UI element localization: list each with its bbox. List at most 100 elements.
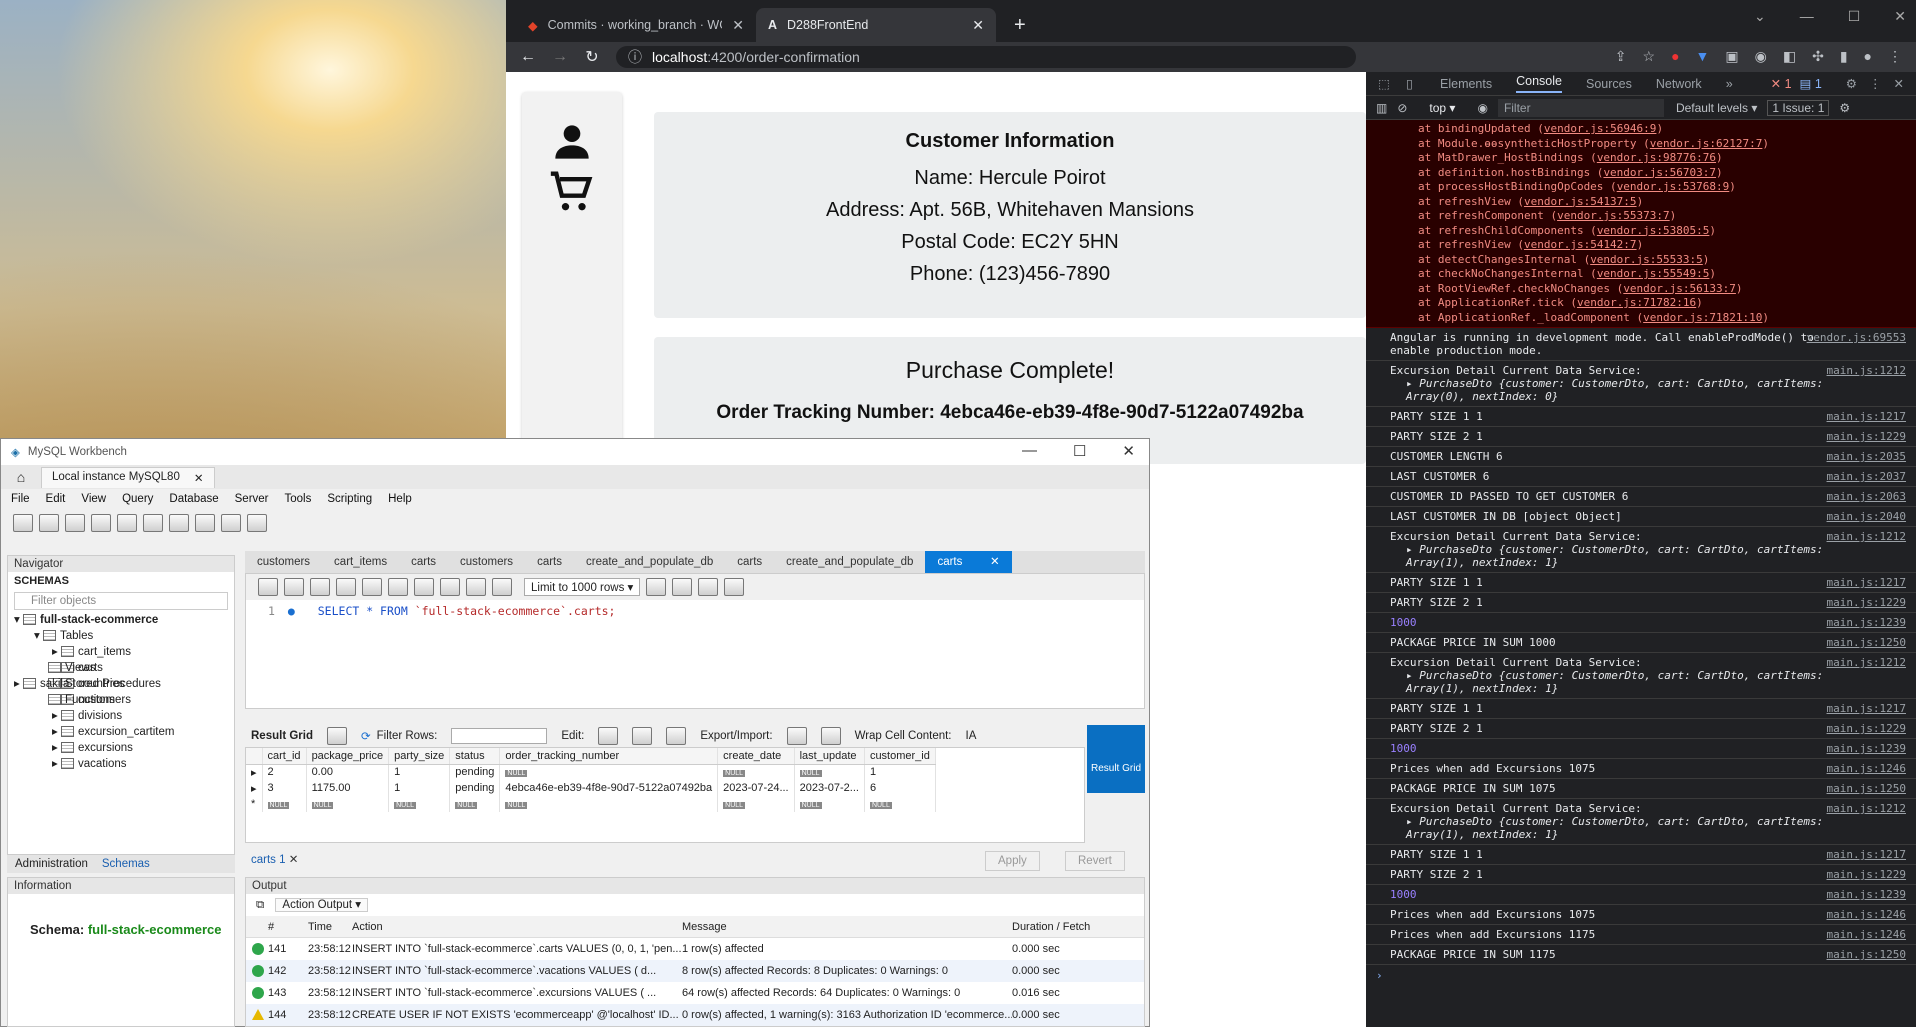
source-link[interactable]: main.js:1246	[1827, 908, 1906, 921]
tab-network[interactable]: Network	[1656, 77, 1702, 91]
menu-icon[interactable]: ⋮	[1888, 48, 1902, 65]
export-icon[interactable]	[786, 727, 807, 745]
puzzle-icon[interactable]: ✣	[1812, 48, 1824, 65]
grid-cell[interactable]: NULL	[717, 796, 795, 812]
grid-cell[interactable]: NULL	[717, 764, 795, 780]
tab-gitlab[interactable]: ◆ Commits · working_branch · WGU ✕	[516, 8, 756, 42]
grid-cell[interactable]: 3	[262, 780, 307, 796]
maximize-icon[interactable]: ☐	[1073, 442, 1086, 460]
close-window-icon[interactable]: ✕	[1894, 8, 1906, 25]
create-function-icon[interactable]	[195, 514, 215, 532]
extension-icon[interactable]: ◧	[1783, 48, 1796, 65]
side-panel-icon[interactable]: ▮	[1840, 48, 1848, 65]
expand-icon[interactable]: ▾	[14, 614, 20, 626]
beautify-icon[interactable]	[646, 578, 667, 596]
grid-cell[interactable]: 4ebca46e-eb39-4f8e-90d7-5122a07492ba	[499, 780, 719, 796]
site-info-icon[interactable]: ⓘ	[628, 47, 642, 67]
kebab-icon[interactable]: ⋮	[1869, 76, 1882, 91]
console-prompt[interactable]: ›	[1366, 965, 1916, 986]
source-link[interactable]: main.js:1217	[1827, 576, 1906, 589]
source-link[interactable]: main.js:1250	[1827, 782, 1906, 795]
grid-icon[interactable]	[326, 727, 347, 745]
menu-database[interactable]: Database	[169, 493, 218, 505]
expand-icon[interactable]: ▸	[52, 758, 61, 770]
toggle-error-icon[interactable]	[414, 578, 434, 596]
menu-tools[interactable]: Tools	[285, 493, 312, 505]
new-sql-tab-icon[interactable]	[13, 514, 33, 532]
source-link[interactable]: main.js:2037	[1827, 470, 1906, 483]
tab-schemas[interactable]: Schemas	[102, 855, 150, 873]
explain-icon[interactable]	[362, 578, 382, 596]
source-link[interactable]: main.js:2063	[1827, 490, 1906, 503]
grid-cell[interactable]: NULL	[794, 764, 865, 780]
create-table-icon[interactable]	[117, 514, 137, 532]
extension-icon[interactable]: ▣	[1725, 48, 1738, 65]
tab-console[interactable]: Console	[1516, 74, 1562, 93]
expand-icon[interactable]: ▸	[52, 710, 61, 722]
grid-cell[interactable]: 1	[388, 780, 451, 796]
create-schema-icon[interactable]	[91, 514, 111, 532]
grid-cell[interactable]: 1	[864, 764, 936, 780]
source-link[interactable]: main.js:1217	[1827, 410, 1906, 423]
new-tab-button[interactable]: +	[1002, 8, 1038, 42]
output-col-header[interactable]: Action	[352, 916, 682, 937]
save-icon[interactable]	[284, 578, 304, 596]
output-col-header[interactable]: Message	[682, 916, 1012, 937]
forward-icon[interactable]: →	[544, 48, 576, 66]
expand-icon[interactable]: ▸	[52, 742, 61, 754]
column-header[interactable]: order_tracking_number	[499, 748, 719, 765]
sidebar-toggle-icon[interactable]: ▥	[1376, 101, 1387, 115]
output-col-header[interactable]: #	[268, 916, 308, 937]
source-link[interactable]: vendor.js:71782:16	[1577, 296, 1696, 309]
share-icon[interactable]: ⇪	[1615, 48, 1627, 65]
grid-cell[interactable]: NULL	[388, 796, 451, 812]
query-tab[interactable]: carts ✕	[925, 551, 1012, 573]
log-object[interactable]: ▸ PurchaseDto {customer: CustomerDto, ca…	[1390, 669, 1908, 695]
profile-avatar[interactable]: ●	[1864, 48, 1872, 65]
chevron-down-icon[interactable]: ⌄	[1754, 8, 1766, 25]
source-link[interactable]: main.js:1229	[1827, 722, 1906, 735]
person-icon[interactable]	[552, 122, 592, 162]
result-grid-side-button[interactable]: Result Grid	[1087, 725, 1145, 793]
context-select[interactable]: top ▾	[1429, 101, 1455, 115]
open-file-icon[interactable]	[258, 578, 278, 596]
wrap-icon[interactable]	[724, 578, 745, 596]
expand-icon[interactable]: ▸	[14, 678, 20, 690]
tables-node[interactable]: ▾ Tables	[14, 628, 234, 644]
table-node[interactable]: ▸ divisions	[14, 708, 234, 724]
close-tab-icon[interactable]: ✕	[732, 17, 744, 34]
output-col-header[interactable]: Time	[308, 916, 352, 937]
stop-icon[interactable]	[388, 578, 408, 596]
source-link[interactable]: vendor.js:55549:5	[1597, 267, 1710, 280]
home-icon[interactable]: ⌂	[11, 469, 31, 485]
close-tab-icon[interactable]: ✕	[289, 854, 299, 866]
back-icon[interactable]: ←	[512, 48, 544, 66]
source-link[interactable]: vendor.js:56946:9	[1544, 122, 1657, 135]
source-link[interactable]: main.js:2035	[1827, 450, 1906, 463]
grid-cell[interactable]: pending	[449, 780, 501, 796]
filter-objects-input[interactable]: Filter objects	[14, 592, 228, 610]
console-settings-icon[interactable]: ⚙	[1839, 101, 1850, 115]
connection-tab[interactable]: Local instance MySQL80 ✕	[41, 466, 215, 488]
new-row[interactable]: * NULL NULL NULL NULL NULL NULL NULL NULL	[246, 796, 936, 812]
execute-line-icon[interactable]	[336, 578, 356, 596]
filter-rows-input[interactable]	[451, 728, 548, 744]
table-node[interactable]: ▸ cart_items	[14, 644, 234, 660]
autocommit-icon[interactable]	[492, 578, 512, 596]
table-node[interactable]: ▸ vacations	[14, 756, 234, 772]
import-icon[interactable]	[820, 727, 841, 745]
minimize-icon[interactable]: —	[1800, 8, 1814, 24]
column-header[interactable]: party_size	[388, 748, 451, 765]
more-tabs-icon[interactable]: »	[1726, 77, 1733, 91]
table-node[interactable]: ▸ excursions	[14, 740, 234, 756]
source-link[interactable]: main.js:1212	[1827, 530, 1906, 543]
create-view-icon[interactable]	[143, 514, 163, 532]
query-tab[interactable]: carts	[399, 551, 448, 573]
device-toolbar-icon[interactable]: ▯	[1406, 76, 1413, 91]
menu-help[interactable]: Help	[388, 493, 412, 505]
grid-cell[interactable]: 2023-07-24...	[717, 780, 795, 796]
refresh-icon[interactable]: ⟳	[361, 729, 371, 743]
menu-edit[interactable]: Edit	[46, 493, 66, 505]
source-link[interactable]: main.js:1229	[1827, 430, 1906, 443]
menu-server[interactable]: Server	[235, 493, 269, 505]
